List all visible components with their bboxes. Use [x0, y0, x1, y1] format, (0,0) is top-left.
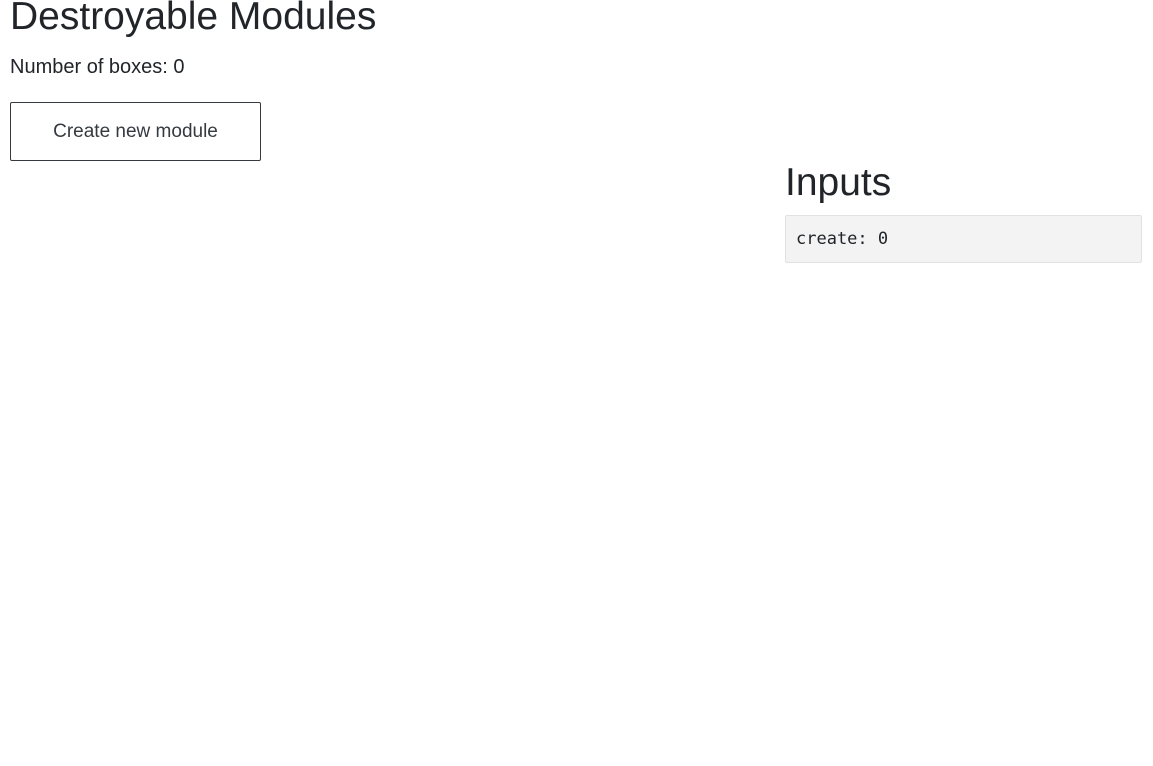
- box-count-text: Number of boxes: 0: [10, 56, 185, 78]
- create-new-module-button[interactable]: Create new module: [10, 102, 261, 161]
- inputs-values-box: create: 0: [785, 215, 1142, 263]
- page-title: Destroyable Modules: [10, 0, 377, 38]
- inputs-values-text: create: 0: [796, 229, 889, 249]
- inputs-panel: Inputs create: 0: [785, 160, 1142, 263]
- inputs-title: Inputs: [785, 161, 892, 204]
- app-page: Destroyable Modules Number of boxes: 0 C…: [0, 0, 1153, 766]
